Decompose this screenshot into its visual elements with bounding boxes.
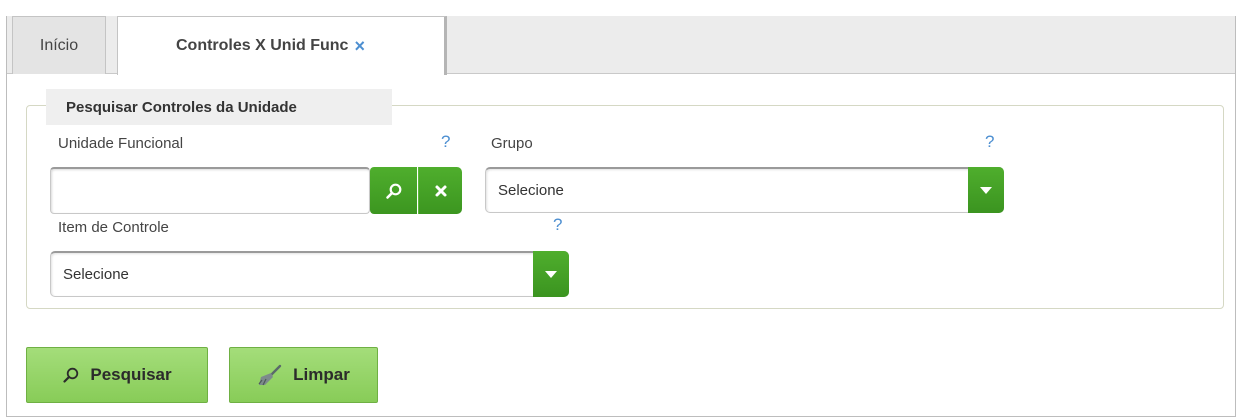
chevron-down-icon xyxy=(980,186,992,194)
tab-inicio-label: Início xyxy=(39,36,79,54)
item-help-icon[interactable]: ? xyxy=(553,215,562,235)
grupo-select[interactable]: Selecione xyxy=(485,167,1004,213)
unidade-help-icon[interactable]: ? xyxy=(441,132,450,152)
grupo-label: Grupo xyxy=(491,135,533,152)
search-unidade-button[interactable] xyxy=(370,167,417,214)
pesquisar-label: Pesquisar xyxy=(90,365,172,384)
pesquisar-button[interactable]: Pesquisar xyxy=(26,347,208,403)
broom-icon xyxy=(258,364,282,386)
panel-legend: Pesquisar Controles da Unidade xyxy=(46,89,392,125)
tab-controles-label: Controles X Unid Func xyxy=(176,37,349,54)
search-icon xyxy=(385,183,401,199)
item-de-controle-select[interactable]: Selecione xyxy=(50,251,569,297)
grupo-selected-value: Selecione xyxy=(498,182,564,199)
limpar-button[interactable]: Limpar xyxy=(229,347,378,403)
item-selected-value: Selecione xyxy=(63,266,129,283)
unidade-funcional-input[interactable] xyxy=(50,167,370,214)
tab-inicio[interactable]: Início xyxy=(12,16,106,74)
chevron-down-icon xyxy=(545,270,557,278)
close-icon xyxy=(435,185,446,196)
unidade-funcional-label: Unidade Funcional xyxy=(58,135,184,152)
clear-unidade-button[interactable] xyxy=(418,167,462,214)
limpar-label: Limpar xyxy=(293,365,350,384)
item-dropdown-arrow[interactable] xyxy=(533,251,569,297)
item-de-controle-label: Item de Controle xyxy=(58,219,169,236)
grupo-help-icon[interactable]: ? xyxy=(985,132,994,152)
cropped-top-strip xyxy=(0,0,1240,6)
search-icon xyxy=(63,367,79,383)
tab-controles-x-unid-func[interactable]: Controles X Unid Func × xyxy=(117,16,447,75)
close-tab-icon[interactable]: × xyxy=(354,36,365,57)
grupo-dropdown-arrow[interactable] xyxy=(968,167,1004,213)
